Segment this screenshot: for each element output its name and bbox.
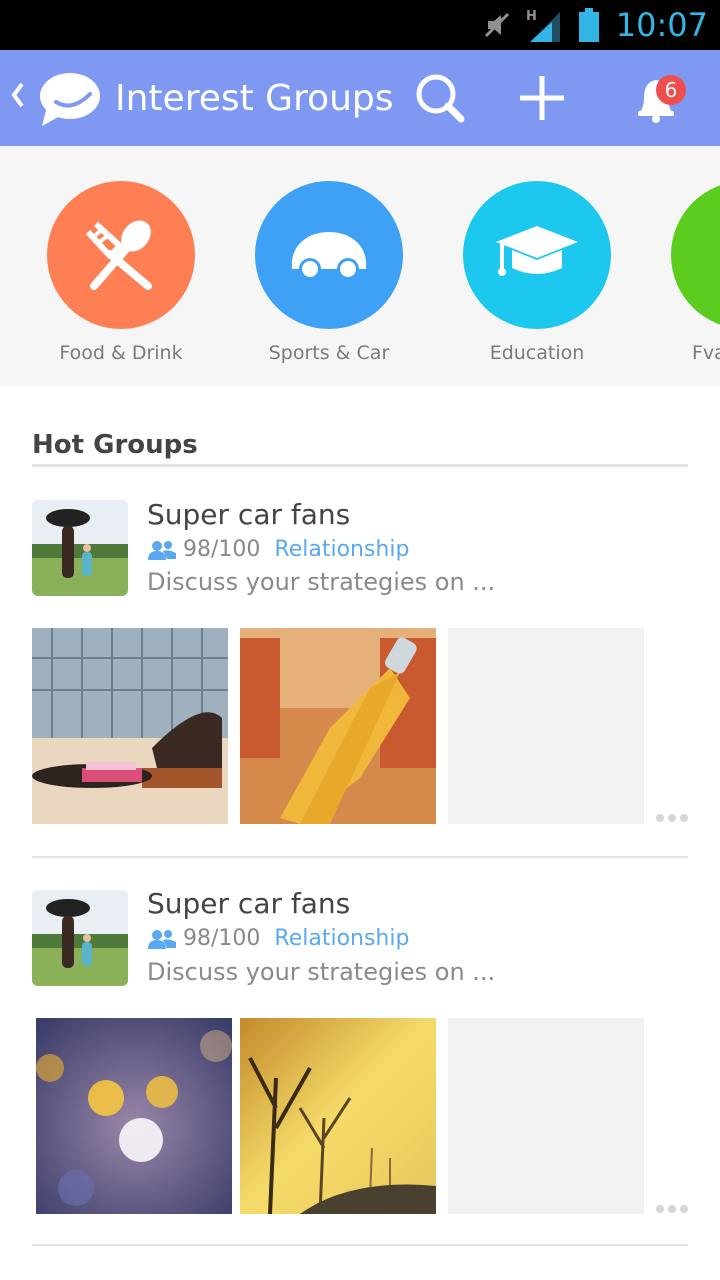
members-icon [148,930,176,949]
category-label: Fva [692,342,720,364]
group-avatar [32,500,128,596]
group-name[interactable]: Super car fans [147,886,350,922]
group-photo[interactable] [240,1018,436,1214]
group-meta: 98/100 Relationship [147,535,409,565]
group-avatar [32,890,128,986]
more-photos-indicator[interactable] [656,1205,688,1213]
group-tag[interactable]: Relationship [274,924,409,954]
category-label: Food & Drink [59,342,183,364]
group-tag[interactable]: Relationship [274,535,409,565]
group-divider [32,1244,688,1246]
search-button[interactable] [412,70,468,126]
page-title: Interest Groups [115,78,394,119]
category-circle [671,181,720,329]
group-photo[interactable] [36,1018,232,1214]
clock: 10:07 [615,6,708,44]
group-divider [32,856,688,858]
status-bar: H 10:07 [0,0,720,50]
notification-badge: 6 [656,75,686,105]
category-carousel[interactable]: Food & Drink Sports & Car Education Fv [0,146,720,386]
car-icon [291,232,367,280]
group-photo[interactable] [32,628,228,824]
category-circle [463,181,611,329]
group-photo-placeholder [448,1018,644,1214]
member-count: 98/100 [183,926,261,951]
group-description: Discuss your strategies on ... [147,568,496,596]
mute-icon [484,12,510,38]
plus-icon [520,76,564,120]
section-title: Hot Groups [32,430,198,460]
battery-icon [579,8,599,42]
group-meta: 98/100 Relationship [147,924,409,954]
app-bar: Interest Groups [0,50,720,146]
group-name[interactable]: Super car fans [147,497,350,533]
members-icon [148,541,176,560]
utensils-icon [85,220,152,290]
svg-text:H: H [526,9,537,24]
search-icon [416,74,465,123]
category-circle [47,181,195,329]
category-label: Education [489,342,585,364]
category-sports-car[interactable]: Sports & Car [254,181,404,367]
category-partial[interactable]: Fva [670,181,720,367]
section-divider [32,464,688,467]
group-photo-placeholder [448,628,644,824]
more-photos-indicator[interactable] [656,814,688,822]
signal-icon: H [526,9,560,42]
graduation-cap-icon [496,226,578,276]
group-description: Discuss your strategies on ... [147,958,496,986]
chevron-left-icon [11,82,24,108]
add-group-button[interactable] [514,70,570,126]
back-button[interactable] [10,80,26,118]
category-label: Sports & Car [268,342,390,364]
member-count: 98/100 [183,537,261,562]
category-education[interactable]: Education [462,181,612,367]
category-circle [255,181,403,329]
group-photo[interactable] [240,628,436,824]
category-food-drink[interactable]: Food & Drink [46,181,196,367]
status-icons: H [482,8,600,42]
chat-bubble-logo-icon [40,73,100,126]
